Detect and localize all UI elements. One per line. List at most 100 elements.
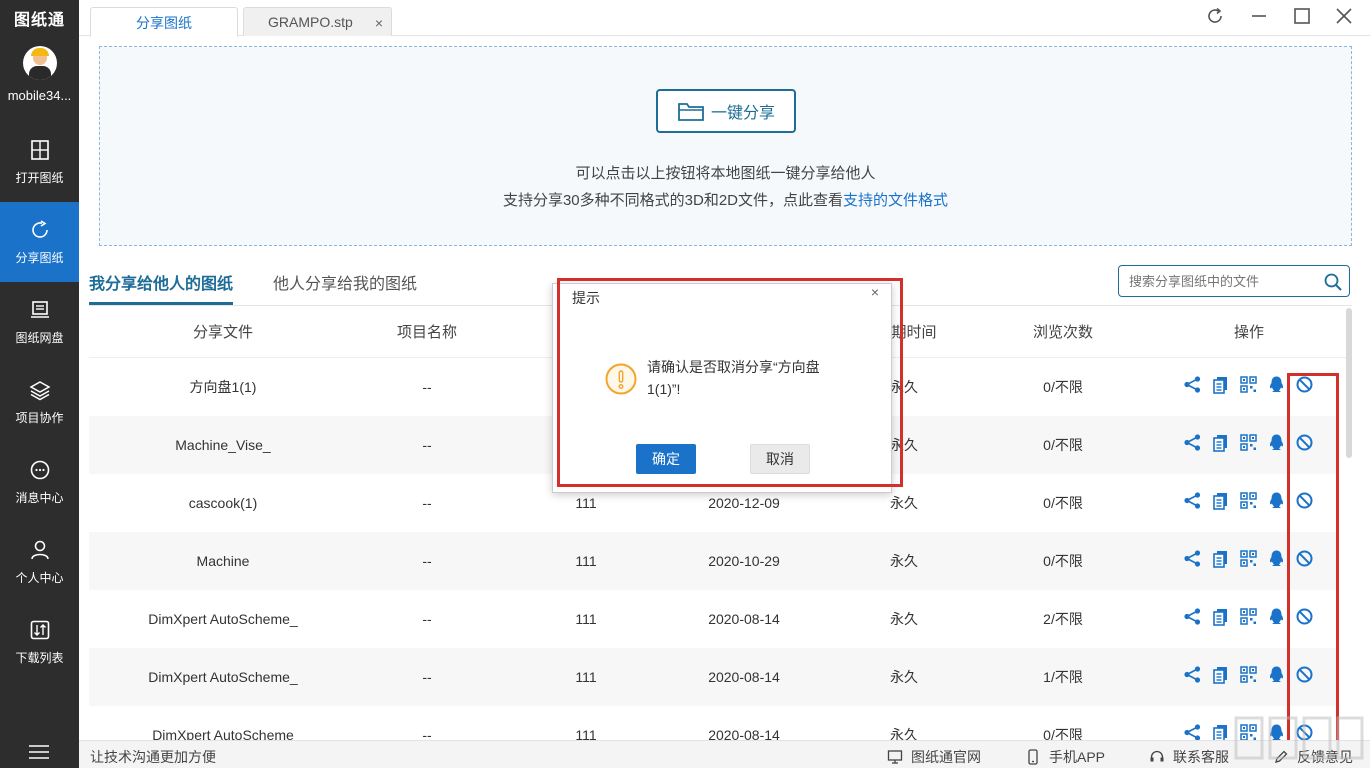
view-count: 1/不限 <box>1003 648 1123 706</box>
sidebar-item-label: 个人中心 <box>15 569 63 586</box>
sidebar-item-share-drawing[interactable]: 分享图纸 <box>0 202 79 282</box>
tab-close-icon[interactable]: × <box>375 15 383 31</box>
share-code: 111 <box>526 648 646 706</box>
sidebar-item-downloads[interactable]: 下载列表 <box>0 602 79 682</box>
share-icon[interactable] <box>1183 375 1202 397</box>
copy-icon[interactable] <box>1211 665 1230 687</box>
share-formats-line: 支持分享30多种不同格式的3D和2D文件，点此查看支持的文件格式 <box>100 189 1351 210</box>
supported-formats-link[interactable]: 支持的文件格式 <box>843 192 948 209</box>
refresh-icon[interactable] <box>1205 6 1225 26</box>
qrcode-icon[interactable] <box>1239 607 1258 629</box>
share-code: 111 <box>526 532 646 590</box>
app-logo: 图纸通 <box>0 0 79 36</box>
tab-share-drawing[interactable]: 分享图纸 <box>90 7 238 37</box>
qq-icon[interactable] <box>1267 549 1286 571</box>
sidebar-item-label: 分享图纸 <box>15 249 63 266</box>
share-date: 2020-08-14 <box>674 590 814 648</box>
file-name: DimXpert AutoScheme_ <box>143 648 303 706</box>
share-drawing-icon <box>29 219 51 241</box>
monitor-icon <box>887 749 903 765</box>
search-input[interactable] <box>1129 267 1319 295</box>
file-name: 方向盘1(1) <box>143 358 303 416</box>
qq-icon[interactable] <box>1267 491 1286 513</box>
share-formats-text: 支持分享30多种不同格式的3D和2D文件，点此查看 <box>503 192 843 209</box>
sidebar-item-cloud-drive[interactable]: 图纸网盘 <box>0 282 79 362</box>
share-icon[interactable] <box>1183 549 1202 571</box>
expire-time: 永久 <box>859 532 949 590</box>
view-count: 0/不限 <box>1003 358 1123 416</box>
tab-grampo[interactable]: GRAMPO.stp × <box>243 7 392 36</box>
tab-shared-by-me[interactable]: 我分享给他人的图纸 <box>89 270 233 294</box>
copy-icon[interactable] <box>1211 375 1230 397</box>
hamburger-icon[interactable] <box>28 744 50 760</box>
tab-shared-with-me[interactable]: 他人分享给我的图纸 <box>273 270 417 294</box>
share-icon[interactable] <box>1183 665 1202 687</box>
message-icon <box>29 459 51 481</box>
minimize-icon[interactable] <box>1249 6 1269 26</box>
copy-icon[interactable] <box>1211 433 1230 455</box>
file-name: Machine <box>143 532 303 590</box>
column-header-project: 项目名称 <box>347 308 507 358</box>
sidebar-item-label: 消息中心 <box>15 489 63 506</box>
scrollbar[interactable] <box>1346 308 1352 458</box>
customer-service-link[interactable]: 联系客服 <box>1149 747 1229 767</box>
qq-icon[interactable] <box>1267 433 1286 455</box>
qq-icon[interactable] <box>1267 665 1286 687</box>
qrcode-icon[interactable] <box>1239 491 1258 513</box>
project-name: -- <box>347 358 507 416</box>
status-link-label: 手机APP <box>1049 747 1105 767</box>
table-row: Machine -- 111 2020-10-29 永久 0/不限 <box>89 532 1337 590</box>
share-date: 2020-08-14 <box>674 648 814 706</box>
project-name: -- <box>347 590 507 648</box>
project-name: -- <box>347 532 507 590</box>
share-description: 可以点击以上按钮将本地图纸一键分享给他人 <box>100 162 1351 183</box>
project-name: -- <box>347 416 507 474</box>
column-header-views: 浏览次数 <box>1003 308 1123 358</box>
sidebar-item-messages[interactable]: 消息中心 <box>0 442 79 522</box>
cloud-drive-icon <box>29 299 51 321</box>
qrcode-icon[interactable] <box>1239 433 1258 455</box>
qq-icon[interactable] <box>1267 607 1286 629</box>
share-icon[interactable] <box>1183 433 1202 455</box>
avatar[interactable] <box>23 46 57 80</box>
sidebar-item-profile[interactable]: 个人中心 <box>0 522 79 602</box>
website-link[interactable]: 图纸通官网 <box>887 747 981 767</box>
headset-icon <box>1149 749 1165 765</box>
sidebar-item-project[interactable]: 项目协作 <box>0 362 79 442</box>
table-row: DimXpert AutoScheme_--1112020-08-14永久2/不… <box>89 590 1337 648</box>
qrcode-icon[interactable] <box>1239 375 1258 397</box>
table-row: DimXpert AutoScheme_--1112020-08-14永久1/不… <box>89 648 1337 706</box>
maximize-icon[interactable] <box>1292 6 1312 26</box>
status-link-label: 图纸通官网 <box>911 747 981 767</box>
share-drop-area[interactable]: 一键分享 可以点击以上按钮将本地图纸一键分享给他人 支持分享30多种不同格式的3… <box>99 46 1352 246</box>
share-icon[interactable] <box>1183 607 1202 629</box>
copy-icon[interactable] <box>1211 549 1230 571</box>
share-code: 111 <box>526 590 646 648</box>
username[interactable]: mobile34... <box>0 88 79 108</box>
tab-label: 分享图纸 <box>136 13 192 33</box>
view-count: 0/不限 <box>1003 474 1123 532</box>
search-box <box>1118 265 1350 297</box>
qrcode-icon[interactable] <box>1239 549 1258 571</box>
close-icon[interactable] <box>1334 6 1354 26</box>
watermark-logo <box>1232 712 1366 764</box>
share-icon[interactable] <box>1183 491 1202 513</box>
user-icon <box>29 539 51 561</box>
share-date: 2020-10-29 <box>674 532 814 590</box>
copy-icon[interactable] <box>1211 491 1230 513</box>
search-icon[interactable] <box>1323 272 1343 292</box>
sidebar-item-open-drawing[interactable]: 打开图纸 <box>0 122 79 202</box>
folder-icon <box>677 99 705 123</box>
status-bar: 让技术沟通更加方便 图纸通官网 手机APP 联系客服 反馈意见 <box>79 740 1370 768</box>
qq-icon[interactable] <box>1267 375 1286 397</box>
one-click-share-button[interactable]: 一键分享 <box>656 89 796 133</box>
view-count: 0/不限 <box>1003 532 1123 590</box>
file-name: cascook(1) <box>143 474 303 532</box>
mobile-app-link[interactable]: 手机APP <box>1025 747 1105 767</box>
status-link-label: 联系客服 <box>1173 747 1229 767</box>
copy-icon[interactable] <box>1211 607 1230 629</box>
view-count: 2/不限 <box>1003 590 1123 648</box>
qrcode-icon[interactable] <box>1239 665 1258 687</box>
file-name: Machine_Vise_ <box>143 416 303 474</box>
phone-icon <box>1025 749 1041 765</box>
